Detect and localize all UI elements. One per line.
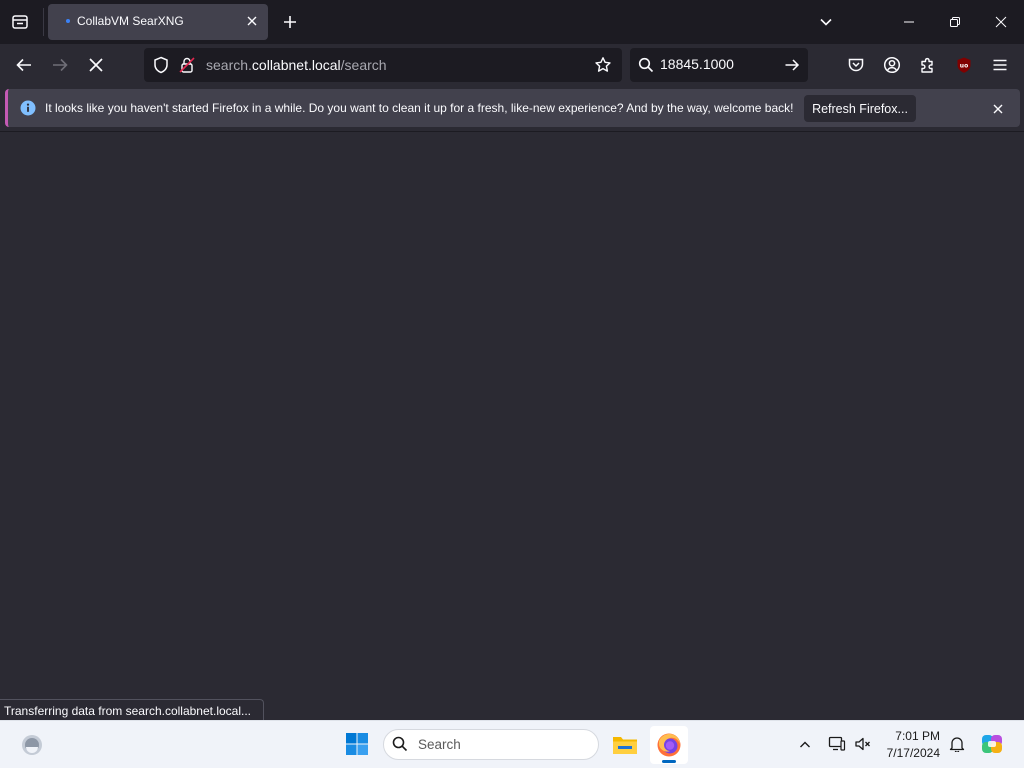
svg-text:uo: uo xyxy=(960,63,968,70)
restore-icon xyxy=(950,17,960,27)
forward-button[interactable] xyxy=(44,49,76,81)
url-domain: collabnet.local xyxy=(251,57,341,73)
active-app-indicator xyxy=(662,760,676,763)
taskbar-search-placeholder: Search xyxy=(418,737,461,752)
taskbar-search-box[interactable] xyxy=(383,729,599,760)
stop-icon xyxy=(89,58,103,72)
back-arrow-icon xyxy=(16,58,31,72)
tab-title: CollabVM SearXNG xyxy=(77,14,184,28)
extensions-button[interactable] xyxy=(912,49,944,81)
search-icon xyxy=(392,736,408,752)
search-engine-button[interactable] xyxy=(634,53,658,77)
folder-icon xyxy=(613,737,637,754)
forward-arrow-icon xyxy=(53,58,68,72)
tab-divider xyxy=(43,8,44,36)
account-icon xyxy=(883,56,901,74)
tab-list-button[interactable] xyxy=(4,6,36,38)
pocket-icon xyxy=(848,58,864,72)
bell-icon xyxy=(949,737,965,752)
arrow-right-icon xyxy=(785,59,800,71)
firefox-icon xyxy=(657,733,681,757)
notifications-button[interactable] xyxy=(946,733,968,755)
bookmark-button[interactable] xyxy=(590,52,616,78)
minimize-icon xyxy=(904,21,914,23)
notification-close-button[interactable] xyxy=(988,99,1008,119)
chevron-down-icon xyxy=(820,18,832,26)
weather-icon xyxy=(22,735,42,755)
tab-list-icon xyxy=(12,15,28,29)
star-icon xyxy=(595,57,611,72)
windows-logo-icon xyxy=(346,733,368,755)
hamburger-icon xyxy=(993,59,1007,71)
close-icon xyxy=(247,16,257,26)
file-explorer-button[interactable] xyxy=(608,728,642,762)
show-hidden-icons-button[interactable] xyxy=(794,734,816,756)
app-menu-button[interactable] xyxy=(984,49,1016,81)
close-icon xyxy=(993,104,1003,114)
restore-button[interactable] xyxy=(932,0,978,44)
url-path: /search xyxy=(340,57,387,73)
tracking-protection-button[interactable] xyxy=(150,54,172,76)
taskbar-search-icon-wrap xyxy=(390,734,410,754)
tab-loading-icon xyxy=(66,19,70,23)
volume-button[interactable] xyxy=(852,733,874,755)
search-icon xyxy=(638,57,654,73)
new-tab-button[interactable] xyxy=(276,8,304,36)
copilot-button[interactable] xyxy=(978,730,1006,758)
account-button[interactable] xyxy=(876,49,908,81)
plus-icon xyxy=(284,16,296,28)
back-button[interactable] xyxy=(8,49,40,81)
start-button[interactable] xyxy=(341,728,373,760)
copilot-icon xyxy=(982,735,1002,753)
clock-time[interactable]: 7:01 PM xyxy=(880,729,940,743)
network-button[interactable] xyxy=(826,733,848,755)
lock-icon xyxy=(179,57,195,73)
firefox-taskbar-button[interactable] xyxy=(650,726,688,764)
clock-date[interactable]: 7/17/2024 xyxy=(880,746,940,760)
search-input[interactable]: 18845.1000 xyxy=(660,56,734,72)
chevron-up-icon xyxy=(800,741,810,748)
puzzle-icon xyxy=(921,57,933,73)
content-divider xyxy=(0,131,1024,132)
tab-close-button[interactable] xyxy=(243,12,261,30)
page-content xyxy=(0,131,1024,720)
status-panel: Transferring data from search.collabnet.… xyxy=(0,699,264,720)
search-go-button[interactable] xyxy=(780,53,804,77)
ublock-icon: uo xyxy=(957,57,971,73)
url-text[interactable]: search.collabnet.local/search xyxy=(206,57,387,73)
pocket-button[interactable] xyxy=(840,49,872,81)
notification-message: It looks like you haven't started Firefo… xyxy=(45,101,794,115)
shield-icon xyxy=(154,56,168,74)
ublock-origin-button[interactable]: uo xyxy=(948,49,980,81)
window-close-button[interactable] xyxy=(978,0,1024,44)
network-icon xyxy=(828,736,846,751)
volume-muted-icon xyxy=(855,737,870,751)
close-icon xyxy=(995,16,1007,28)
stop-button[interactable] xyxy=(80,49,112,81)
site-security-button[interactable] xyxy=(176,54,198,76)
info-icon xyxy=(20,100,36,116)
widgets-button[interactable] xyxy=(18,731,46,759)
list-all-tabs-button[interactable] xyxy=(812,8,840,36)
minimize-button[interactable] xyxy=(886,0,932,44)
url-prefix: search. xyxy=(206,57,252,73)
refresh-firefox-button[interactable]: Refresh Firefox... xyxy=(804,95,916,122)
